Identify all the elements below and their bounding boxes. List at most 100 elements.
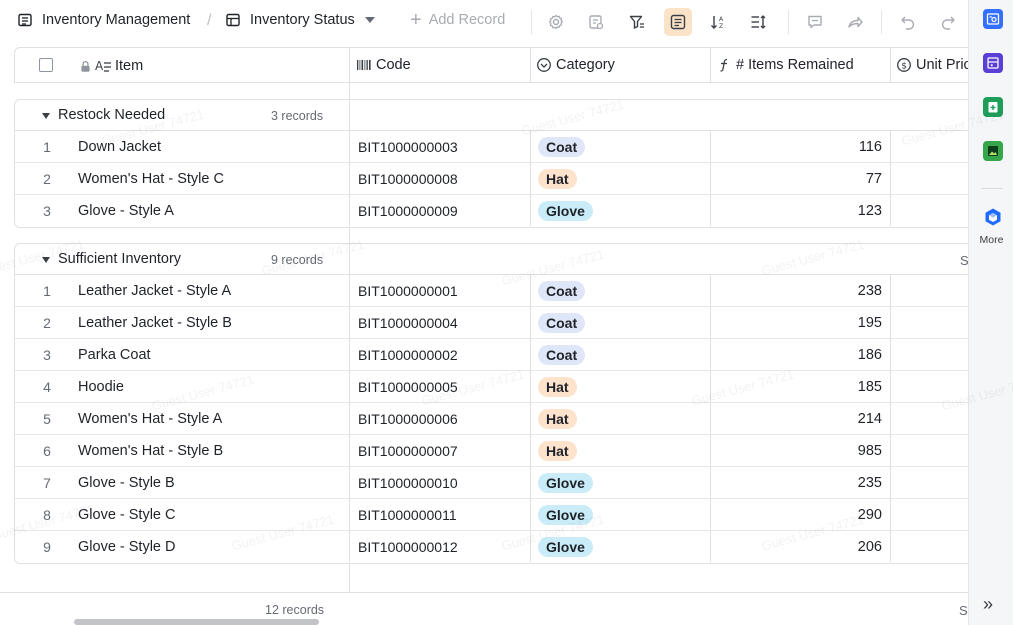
cell-category[interactable]: Hat (538, 435, 710, 466)
cell-code[interactable]: BIT1000000009 (358, 195, 530, 226)
cell-item[interactable]: Glove - Style B (78, 467, 348, 498)
cell-code[interactable]: BIT1000000012 (358, 531, 530, 562)
cell-items-remained[interactable]: 195 (710, 307, 882, 338)
right-side-panel: More » (968, 0, 1013, 625)
cell-code[interactable]: BIT1000000006 (358, 403, 530, 434)
cell-code[interactable]: BIT1000000008 (358, 163, 530, 194)
column-header-item[interactable]: A Item (15, 48, 350, 82)
cell-code[interactable]: BIT1000000002 (358, 339, 530, 370)
cell-item[interactable]: Leather Jacket - Style A (78, 275, 348, 306)
add-record-label: Add Record (428, 12, 506, 28)
cell-category[interactable]: Coat (538, 131, 710, 162)
cell-category[interactable]: Coat (538, 307, 710, 338)
cell-category[interactable]: Hat (538, 163, 710, 194)
table-row[interactable]: 3 Parka Coat BIT1000000002 Coat 186 (15, 339, 968, 371)
cell-category[interactable]: Hat (538, 371, 710, 402)
column-header-category[interactable]: Category (531, 48, 711, 82)
cell-items-remained[interactable]: 985 (710, 435, 882, 466)
table-row[interactable]: 2 Women's Hat - Style C BIT1000000008 Hat 77 (15, 163, 968, 195)
cell-item[interactable]: Glove - Style D (78, 531, 348, 562)
cell-category[interactable]: Glove (538, 499, 710, 530)
plugin-2-button[interactable] (983, 53, 1003, 73)
collapse-triangle-icon[interactable] (42, 257, 50, 263)
table-row[interactable]: 7 Glove - Style B BIT1000000010 Glove 235 (15, 467, 968, 499)
cell-category[interactable]: Coat (538, 275, 710, 306)
cell-code[interactable]: BIT1000000007 (358, 435, 530, 466)
group-header[interactable]: Sufficient Inventory 9 records S (15, 244, 969, 275)
base-title[interactable]: Inventory Management (18, 12, 190, 28)
sort-button[interactable]: AZ (704, 8, 732, 36)
cell-items-remained[interactable]: 214 (710, 403, 882, 434)
cell-items-remained[interactable]: 116 (710, 131, 882, 162)
cell-items-remained[interactable]: 206 (710, 531, 882, 562)
cell-code[interactable]: BIT1000000011 (358, 499, 530, 530)
row-number: 1 (43, 138, 51, 155)
table-row[interactable]: 2 Leather Jacket - Style B BIT1000000004 Co… (15, 307, 968, 339)
table-row[interactable]: 6 Women's Hat - Style B BIT1000000007 Hat 98… (15, 435, 968, 467)
table-row[interactable]: 5 Women's Hat - Style A BIT1000000006 Hat 21… (15, 403, 968, 435)
table-row[interactable]: 3 Glove - Style A BIT1000000009 Glove 123 (15, 195, 968, 227)
cell-items-remained[interactable]: 290 (710, 499, 882, 530)
toolbar-divider (881, 10, 882, 34)
table-row[interactable]: 1 Leather Jacket - Style A BIT1000000001 Co… (15, 275, 968, 307)
table-row[interactable]: 1 Down Jacket BIT1000000003 Coat 116 (15, 131, 968, 163)
cell-items-remained[interactable]: 185 (710, 371, 882, 402)
column-header-unit-price[interactable]: $ Unit Pric (891, 48, 971, 82)
cell-code[interactable]: BIT1000000004 (358, 307, 530, 338)
cell-code[interactable]: BIT1000000003 (358, 131, 530, 162)
form-button[interactable] (582, 8, 610, 36)
plugin-1-button[interactable] (983, 9, 1003, 29)
cell-items-remained[interactable]: 123 (710, 195, 882, 226)
group-button[interactable] (664, 8, 692, 36)
cell-item[interactable]: Glove - Style A (78, 195, 348, 226)
column-divider (349, 403, 350, 434)
redo-button[interactable] (934, 8, 962, 36)
table-row[interactable]: 4 Hoodie BIT1000000005 Hat 185 (15, 371, 968, 403)
cell-item[interactable]: Leather Jacket - Style B (78, 307, 348, 338)
comment-button[interactable] (801, 8, 829, 36)
horizontal-scrollbar[interactable] (74, 619, 319, 625)
more-button[interactable] (983, 207, 1003, 227)
cell-item[interactable]: Women's Hat - Style C (78, 163, 348, 194)
cell-items-remained[interactable]: 186 (710, 339, 882, 370)
settings-button[interactable] (542, 8, 570, 36)
cell-item[interactable]: Women's Hat - Style B (78, 435, 348, 466)
row-height-button[interactable] (744, 8, 772, 36)
cell-items-remained[interactable]: 238 (710, 275, 882, 306)
cube-icon (985, 208, 1001, 226)
share-button[interactable] (841, 8, 869, 36)
plugin-3-button[interactable] (983, 97, 1003, 117)
filter-button[interactable] (623, 8, 651, 36)
cell-category[interactable]: Glove (538, 195, 710, 226)
cell-item[interactable]: Down Jacket (78, 131, 348, 162)
table-row[interactable]: 9 Glove - Style D BIT1000000012 Glove 206 (15, 531, 968, 563)
column-divider (890, 499, 891, 530)
row-number: 4 (43, 378, 51, 395)
cell-item[interactable]: Hoodie (78, 371, 348, 402)
table-row[interactable]: 8 Glove - Style C BIT1000000011 Glove 290 (15, 499, 968, 531)
select-all-checkbox[interactable] (39, 58, 53, 72)
plugin-4-button[interactable] (983, 141, 1003, 161)
add-record-button[interactable]: + Add Record (410, 10, 506, 30)
cell-items-remained[interactable]: 235 (710, 467, 882, 498)
footer-summary[interactable]: S (959, 603, 968, 618)
cell-code[interactable]: BIT1000000001 (358, 275, 530, 306)
cell-code[interactable]: BIT1000000010 (358, 467, 530, 498)
cell-category[interactable]: Coat (538, 339, 710, 370)
view-switcher[interactable]: Inventory Status (226, 12, 375, 28)
undo-button[interactable] (894, 8, 922, 36)
cell-category[interactable]: Glove (538, 531, 710, 562)
group-header[interactable]: Restock Needed 3 records (15, 100, 968, 131)
column-divider (530, 339, 531, 370)
cell-item[interactable]: Glove - Style C (78, 499, 348, 530)
double-chevron-right-icon[interactable]: » (983, 594, 993, 615)
collapse-triangle-icon[interactable] (42, 113, 50, 119)
cell-item[interactable]: Women's Hat - Style A (78, 403, 348, 434)
cell-category[interactable]: Glove (538, 467, 710, 498)
cell-category[interactable]: Hat (538, 403, 710, 434)
column-header-code[interactable]: Code (351, 48, 531, 82)
column-header-items-remained[interactable]: # Items Remained (711, 48, 891, 82)
cell-items-remained[interactable]: 77 (710, 163, 882, 194)
cell-code[interactable]: BIT1000000005 (358, 371, 530, 402)
cell-item[interactable]: Parka Coat (78, 339, 348, 370)
